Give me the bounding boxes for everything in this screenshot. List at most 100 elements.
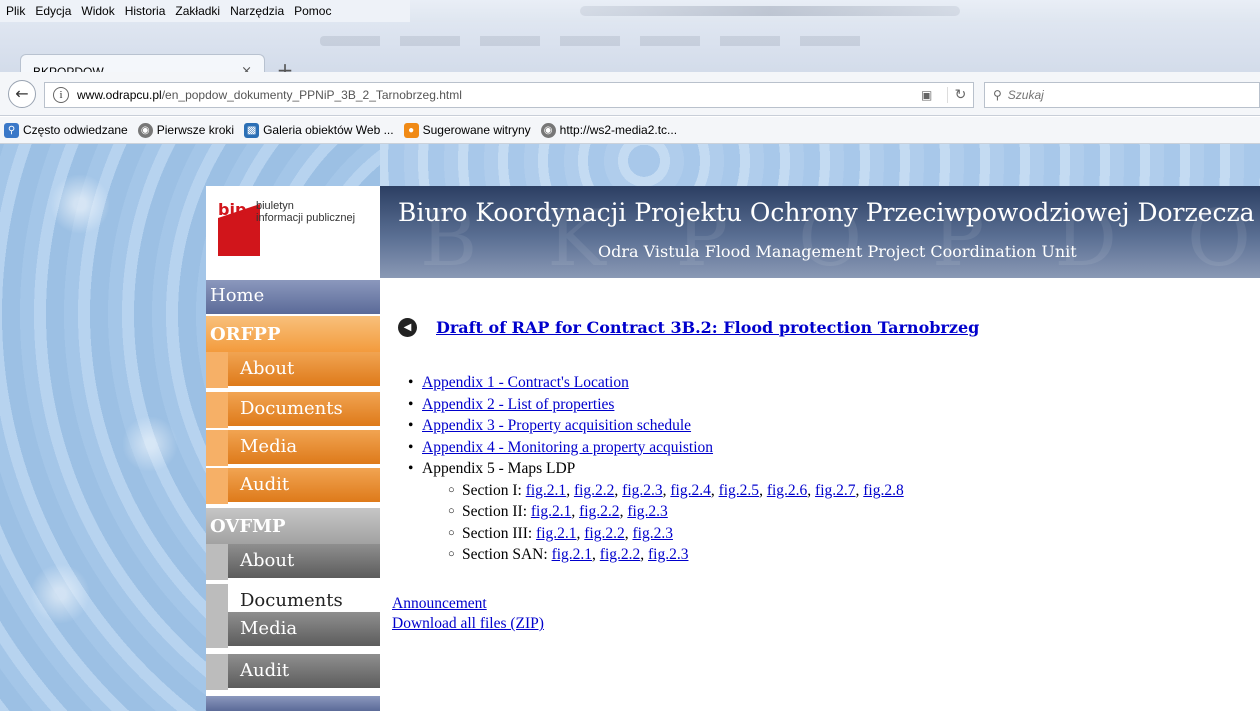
menu-edycja[interactable]: Edycja [35,4,71,18]
list-item: Appendix 2 - List of properties [408,394,904,416]
suggested-sites-icon: ● [403,122,419,138]
bip-logo-text: biuletyn informacji publicznej [256,200,355,224]
bookmark-label: Pierwsze kroki [156,123,235,137]
address-bar[interactable]: i www.odrapcu.pl/en_popdow_dokumenty_PPN… [44,82,974,108]
section-3-item: Section III: fig.2.1, fig.2.2, fig.2.3 [448,523,904,545]
nav-item-label: Media [228,612,380,646]
info-icon[interactable]: i [53,87,69,103]
menu-plik[interactable]: Plik [6,4,25,18]
bip-logo[interactable]: bip biuletyn informacji publicznej [206,186,380,278]
page-title[interactable]: Draft of RAP for Contract 3B.2: Flood pr… [436,318,979,337]
section-label: Section SAN: [462,546,552,563]
nav-section-orfpp[interactable]: ORFPP [206,316,380,352]
nav-item-label: Media [228,430,380,464]
nav-section-ovfmp[interactable]: OVFMP [206,508,380,544]
bookmark-czesto-odwiedzane[interactable]: ⚲ Często odwiedzane [4,122,128,138]
announcement-link[interactable]: Announcement [392,595,487,612]
water-background [380,144,1260,186]
nav-ovfmp-about[interactable]: About [206,544,380,580]
fig-link[interactable]: fig.2.1 [531,503,571,520]
tab-strip: BKPOPDOW × + [0,22,1260,88]
url-text[interactable]: www.odrapcu.pl/en_popdow_dokumenty_PPNiP… [77,88,921,102]
fig-link[interactable]: fig.2.7 [815,482,855,499]
fig-link[interactable]: fig.2.6 [767,482,807,499]
reload-icon[interactable]: ↻ [947,87,973,103]
menu-bar: Plik Edycja Widok Historia Zakładki Narz… [0,0,1260,22]
fig-link[interactable]: fig.2.5 [719,482,759,499]
appendix-4-link[interactable]: Appendix 4 - Monitoring a property acqui… [422,439,713,456]
reader-view-icon[interactable]: ▣ [921,88,939,102]
fig-link[interactable]: fig.2.2 [600,546,640,563]
folder-search-icon: ⚲ [4,122,19,138]
url-path: /en_popdow_dokumenty_PPNiP_3B_2_Tarnobrz… [161,88,462,102]
fig-link[interactable]: fig.2.1 [526,482,566,499]
nav-item-label: Documents [228,392,380,426]
menu-zakladki[interactable]: Zakładki [175,4,220,18]
fig-link[interactable]: fig.2.3 [627,503,667,520]
section-1-item: Section I: fig.2.1, fig.2.2, fig.2.3, fi… [448,480,904,502]
nav-orfpp-media[interactable]: Media [206,430,380,466]
navigation-bar: ← i www.odrapcu.pl/en_popdow_dokumenty_P… [0,72,1260,116]
menu-pomoc[interactable]: Pomoc [294,4,331,18]
site-subtitle: Odra Vistula Flood Management Project Co… [598,242,1077,261]
section-list: Section I: fig.2.1, fig.2.2, fig.2.3, fi… [422,480,904,566]
nav-item-label: Audit [228,468,380,502]
web-gallery-icon: ▩ [244,122,260,138]
bip-logo-word: bip [218,200,247,219]
nav-orfpp-documents[interactable]: Documents [206,392,380,428]
bookmark-label: http://ws2-media2.tc... [559,123,678,137]
fig-link[interactable]: fig.2.1 [536,525,576,542]
menu-historia[interactable]: Historia [125,4,166,18]
search-icon: ⚲ [993,88,1002,102]
list-item: Appendix 4 - Monitoring a property acqui… [408,437,904,459]
bookmark-sugerowane[interactable]: ● Sugerowane witryny [403,122,531,138]
appendix-3-link[interactable]: Appendix 3 - Property acquisition schedu… [422,417,691,434]
menu-items: Plik Edycja Widok Historia Zakładki Narz… [0,0,410,22]
bookmark-galeria[interactable]: ▩ Galeria obiektów Web ... [244,122,394,138]
search-bar[interactable]: ⚲ [984,82,1260,108]
section-label: Section II: [462,503,531,520]
fig-link[interactable]: fig.2.8 [863,482,903,499]
nav-ovfmp-audit[interactable]: Audit [206,654,380,690]
menu-narzedzia[interactable]: Narzędzia [230,4,284,18]
bookmark-pierwsze-kroki[interactable]: ◉ Pierwsze kroki [137,122,235,138]
main-content: ◀ Draft of RAP for Contract 3B.2: Flood … [380,278,1260,711]
fig-link[interactable]: fig.2.1 [552,546,592,563]
nav-ovfmp-media[interactable]: Media [206,612,380,648]
fig-link[interactable]: fig.2.3 [622,482,662,499]
bip-logo-line1: biuletyn [256,200,294,212]
section-san-item: Section SAN: fig.2.1, fig.2.2, fig.2.3 [448,544,904,566]
nav-item-label: Audit [228,654,380,688]
appendix-list: Appendix 1 - Contract's Location Appendi… [408,372,904,566]
bookmark-ws2-media[interactable]: ◉ http://ws2-media2.tc... [540,122,678,138]
fig-link[interactable]: fig.2.3 [632,525,672,542]
appendix-2-link[interactable]: Appendix 2 - List of properties [422,396,614,413]
fig-link[interactable]: fig.2.3 [648,546,688,563]
search-input[interactable] [1007,88,1228,102]
bookmark-label: Galeria obiektów Web ... [263,123,394,137]
back-circle-arrow-icon[interactable]: ◀ [398,318,417,337]
url-domain: www.odrapcu.pl [77,88,162,102]
fig-link[interactable]: fig.2.2 [584,525,624,542]
nav-item-label: About [228,544,380,578]
back-arrow-icon[interactable]: ← [8,80,36,108]
nav-item-label: About [228,352,380,386]
nav-home[interactable]: Home [206,280,380,314]
bookmarks-toolbar: ⚲ Często odwiedzane ◉ Pierwsze kroki ▩ G… [0,117,1260,144]
sidebar-nav: Home ORFPP About Documents Media Audit O… [206,278,380,711]
nav-next-item-partial[interactable] [206,696,380,711]
nav-orfpp-audit[interactable]: Audit [206,468,380,504]
page-viewport: bip biuletyn informacji publicznej BKPOP… [0,144,1260,711]
section-label: Section III: [462,524,537,542]
content-title-row: ◀ Draft of RAP for Contract 3B.2: Flood … [398,318,979,337]
download-all-link[interactable]: Download all files (ZIP) [392,615,544,632]
bookmark-label: Sugerowane witryny [422,123,531,137]
fig-link[interactable]: fig.2.2 [579,503,619,520]
header-banner: BKPOPDOW Biuro Koordynacji Projektu Ochr… [380,186,1260,278]
nav-orfpp-about[interactable]: About [206,352,380,388]
menu-widok[interactable]: Widok [81,4,114,18]
fig-link[interactable]: fig.2.2 [574,482,614,499]
fig-link[interactable]: fig.2.4 [670,482,710,499]
section-label: Section I: [462,481,526,499]
appendix-1-link[interactable]: Appendix 1 - Contract's Location [422,374,629,391]
